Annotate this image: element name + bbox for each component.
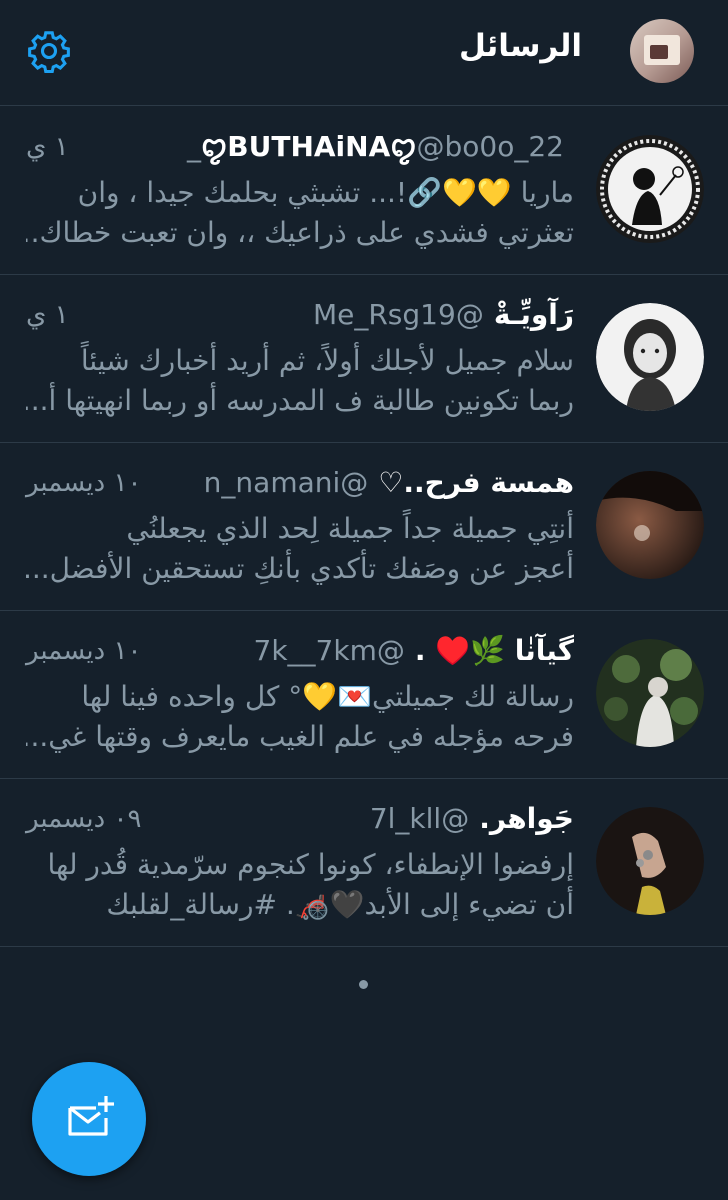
conversation-header: همسة فرح..♡ @n_namani [130, 465, 574, 501]
avatar [596, 135, 704, 243]
preview-line: رسالة لك جميلتي💌💛° كل واحده فينا لها [81, 680, 574, 713]
conversation-item[interactable]: گيآنٰا 🌿♥️ . @7k__7km ١٠ ديسمبر رسالة لك … [0, 611, 728, 779]
timestamp: ١٠ ديسمبر [26, 468, 142, 498]
page-title: الرسائل [459, 28, 582, 64]
preview-line: أن تضيء إلى الأبد🖤🦽. #رسالة_لقلبك [106, 888, 574, 921]
message-preview: رسالة لك جميلتي💌💛° كل واحده فينا لها فرح… [26, 677, 574, 757]
preview-line: سلام جميل لأجلك أولاً، ثم أريد أخبارك شي… [80, 344, 574, 377]
preview-line: ربما تكونين طالبة ف المدرسه أو ربما انهي… [26, 384, 574, 417]
message-preview: أنتِي جميلة جداً جميلة لِحد الذي يجعلنُي… [26, 509, 574, 589]
message-preview: ماريا 💛💛🔗!... تشبثي بحلمك جيدا ، وان تعث… [26, 173, 574, 253]
top-app-bar: الرسائل [0, 0, 728, 106]
timestamp: ١٠ ديسمبر [26, 636, 142, 666]
sender-handle: @7l_kll [369, 802, 470, 835]
preview-line: فرحه مؤجله في علم الغيب مايعرف وقتها غي.… [26, 720, 574, 753]
sender-handle: @7k__7km [253, 634, 405, 667]
preview-line: أنتِي جميلة جداً جميلة لِحد الذي يجعلنُي [126, 512, 574, 545]
loading-indicator [359, 980, 368, 989]
preview-line: إرفضوا الإنطفاء، كونوا كنجوم سرّمدية قُد… [47, 848, 575, 881]
preview-line: ماريا 💛💛🔗!... تشبثي بحلمك جيدا ، وان [77, 176, 574, 209]
sender-name: گيآنٰا 🌿♥️ . [414, 634, 574, 667]
sender-name: رَآويِّـةْ [493, 298, 574, 331]
conversation-item[interactable]: رَآويِّـةْ @Me_Rsg19 ١ ي سلام جميل لأجلك … [0, 275, 728, 443]
message-preview: سلام جميل لأجلك أولاً، ثم أريد أخبارك شي… [26, 341, 574, 421]
message-preview: إرفضوا الإنطفاء، كونوا كنجوم سرّمدية قُد… [26, 845, 575, 925]
new-message-icon [68, 1096, 114, 1136]
conversation-header: ꨄ︎BUTHAiNAꨄ︎@bo0o_22_ [130, 129, 574, 165]
conversation-header: جَواهر. @7l_kll [130, 801, 574, 837]
preview-line: أعجز عن وصَفك تأكدي بأنكِ تستحقين الأفضل… [26, 552, 574, 585]
conversation-header: رَآويِّـةْ @Me_Rsg19 [130, 297, 574, 333]
conversation-item[interactable]: ꨄ︎BUTHAiNAꨄ︎@bo0o_22_ ١ ي ماريا 💛💛🔗!... … [0, 107, 728, 275]
new-message-button[interactable] [32, 1062, 146, 1176]
preview-line: تعثرتي فشدي على ذراعيك ،، وان تعبت خطاك.… [26, 216, 574, 249]
timestamp: ١ ي [26, 132, 69, 162]
conversation-item[interactable]: همسة فرح..♡ @n_namani ١٠ ديسمبر أنتِي جمي… [0, 443, 728, 611]
conversation-header: گيآنٰا 🌿♥️ . @7k__7km [130, 633, 574, 669]
avatar [596, 471, 704, 579]
avatar [596, 807, 704, 915]
avatar [596, 303, 704, 411]
conversation-item[interactable]: جَواهر. @7l_kll ٠٩ ديسمبر إرفضوا الإنطفاء… [0, 779, 728, 947]
sender-name: جَواهر. [479, 802, 574, 835]
sender-handle: @n_namani [203, 466, 369, 499]
avatar [596, 639, 704, 747]
sender-handle: @Me_Rsg19 [312, 298, 484, 331]
timestamp: ١ ي [26, 300, 69, 330]
sender-name: همسة فرح..♡ [378, 466, 574, 499]
timestamp: ٠٩ ديسمبر [26, 804, 142, 834]
profile-avatar[interactable] [630, 19, 694, 83]
sender-name: ꨄ︎BUTHAiNAꨄ︎ [201, 130, 417, 163]
gear-icon[interactable] [26, 28, 72, 74]
